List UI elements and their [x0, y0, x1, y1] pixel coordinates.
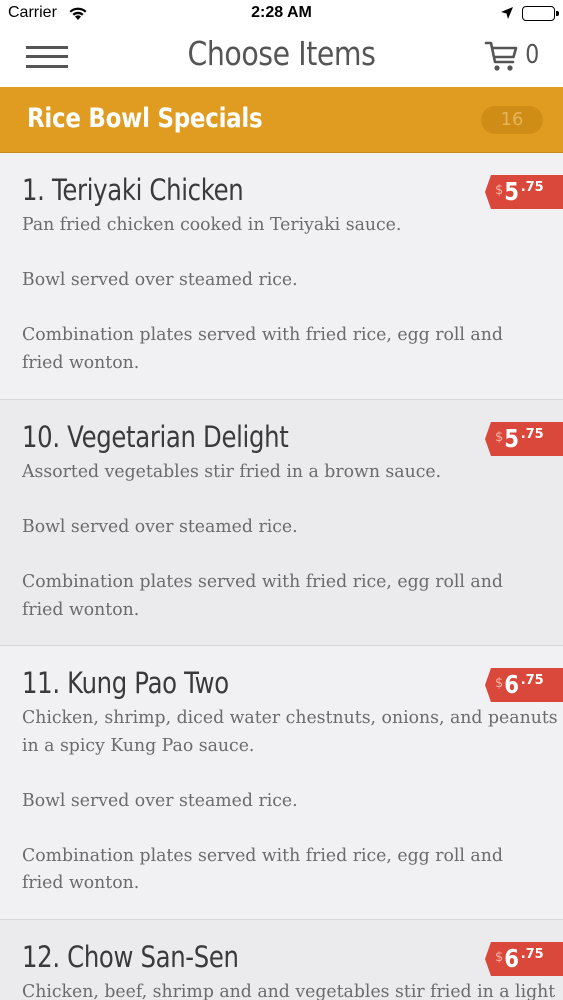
cart-count: 0 — [525, 40, 540, 70]
price-currency: $ — [495, 676, 504, 691]
price-cents: .75 — [520, 673, 544, 688]
battery-icon — [522, 6, 559, 21]
menu-item[interactable]: 10. Vegetarian Delight $5.75 Assorted ve… — [0, 400, 563, 646]
category-count-badge: 16 — [481, 106, 543, 134]
price-cents: .75 — [520, 180, 544, 195]
price-cents: .75 — [520, 947, 544, 962]
location-arrow-icon — [500, 6, 514, 25]
price-tag: $6.75 — [485, 942, 563, 976]
price-currency: $ — [495, 950, 504, 965]
price-main: 5 — [504, 177, 520, 206]
item-description: Chicken, beef, shrimp and and vegetables… — [22, 981, 556, 1000]
price-tag: $6.75 — [485, 668, 563, 702]
price-tag: $5.75 — [485, 422, 563, 456]
category-header[interactable]: Rice Bowl Specials 16 — [0, 87, 563, 153]
item-name: 12. Chow San-Sen — [22, 940, 239, 974]
item-name: 1. Teriyaki Chicken — [22, 173, 244, 207]
category-title: Rice Bowl Specials — [27, 103, 263, 134]
page-title: Choose Items — [187, 34, 376, 73]
item-name: 10. Vegetarian Delight — [22, 420, 289, 454]
price-main: 6 — [504, 944, 520, 973]
navigation-bar: Choose Items 0 — [0, 28, 563, 87]
item-description: Assorted vegetables stir fried in a brow… — [22, 461, 503, 620]
price-main: 6 — [504, 670, 520, 699]
menu-item[interactable]: 12. Chow San-Sen $6.75 Chicken, beef, sh… — [0, 920, 563, 1000]
cart-button[interactable]: 0 — [484, 38, 544, 76]
price-main: 5 — [504, 424, 520, 453]
status-bar: Carrier 2:28 AM — [0, 0, 563, 28]
status-time: 2:28 AM — [251, 4, 312, 21]
price-currency: $ — [495, 183, 504, 198]
menu-item[interactable]: 11. Kung Pao Two $6.75 Chicken, shrimp, … — [0, 646, 563, 920]
price-currency: $ — [495, 430, 504, 445]
item-description: Pan fried chicken cooked in Teriyaki sau… — [22, 214, 503, 373]
shopping-cart-icon — [484, 38, 520, 79]
item-description: Chicken, shrimp, diced water chestnuts, … — [22, 707, 558, 893]
price-cents: .75 — [520, 427, 544, 442]
price-tag: $5.75 — [485, 175, 563, 209]
menu-item[interactable]: 1. Teriyaki Chicken $5.75 Pan fried chic… — [0, 153, 563, 400]
item-name: 11. Kung Pao Two — [22, 666, 229, 700]
